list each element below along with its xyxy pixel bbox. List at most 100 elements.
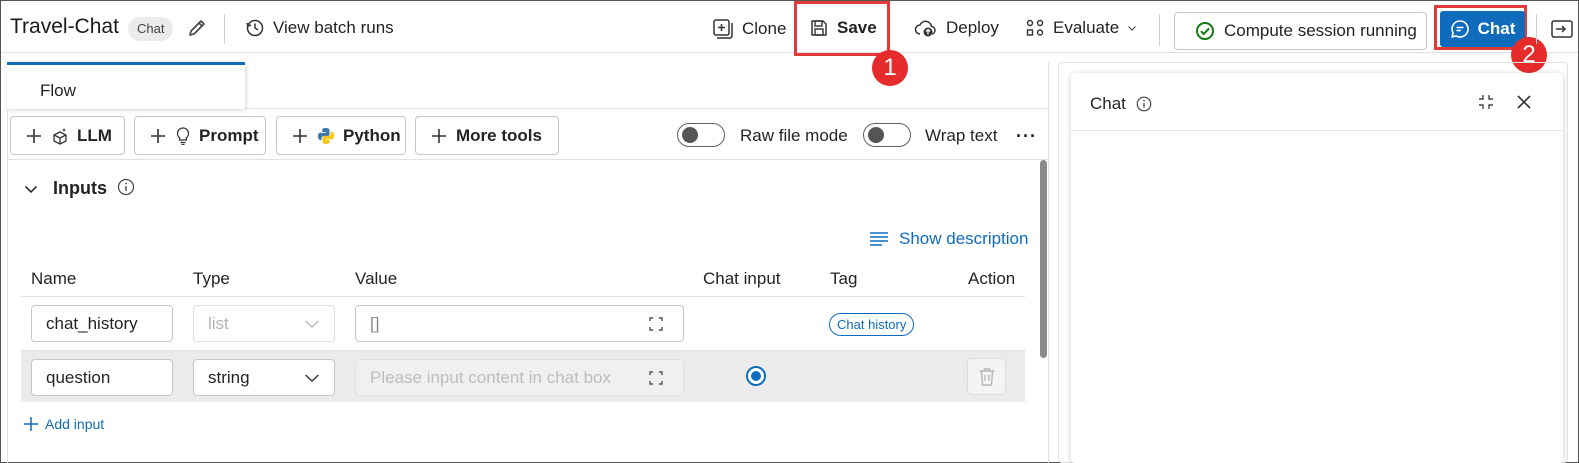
chat-panel-header-divider [1071, 130, 1563, 131]
input-type-value: list [208, 313, 229, 333]
evaluate-button[interactable]: Evaluate [1025, 18, 1137, 38]
python-label: Python [343, 125, 401, 145]
raw-file-mode-label: Raw file mode [740, 126, 848, 145]
panel-border [7, 109, 8, 463]
column-header: Action [968, 269, 1016, 288]
divider [1159, 14, 1160, 46]
clone-label: Clone [742, 19, 787, 38]
tab-flow-label: Flow [40, 81, 76, 100]
wrap-text-label: Wrap text [925, 126, 998, 145]
llm-sparkle-icon [53, 127, 67, 145]
divider [21, 296, 1025, 297]
chat-input-radio[interactable] [746, 366, 766, 386]
more-options-icon[interactable]: ··· [1016, 126, 1037, 147]
prompt-label: Prompt [199, 125, 259, 145]
lightbulb-icon [176, 126, 190, 145]
inputs-title: Inputs [53, 178, 107, 198]
add-prompt-button[interactable]: Prompt [134, 116, 266, 155]
chat-panel-title-label: Chat [1090, 94, 1126, 113]
inputs-section-header[interactable]: Inputs [23, 178, 135, 199]
chevron-down-icon [305, 374, 319, 382]
deploy-button[interactable]: Deploy [914, 18, 999, 38]
info-icon [117, 178, 135, 195]
plus-icon [151, 128, 165, 143]
input-value-field[interactable]: Please input content in chat box [355, 359, 684, 396]
input-name-value: chat_history [46, 313, 138, 333]
chat-button[interactable]: Chat [1440, 11, 1525, 47]
clone-button[interactable]: Clone [712, 18, 786, 40]
input-value-placeholder: Please input content in chat box [370, 367, 611, 387]
add-python-button[interactable]: Python [276, 116, 406, 155]
info-icon [1136, 96, 1152, 112]
chat-panel [1071, 73, 1563, 463]
column-header: Name [31, 269, 77, 288]
input-name-value: question [46, 367, 111, 387]
show-description-button[interactable]: Show description [869, 229, 1028, 249]
show-description-label: Show description [899, 229, 1029, 248]
input-name-field[interactable]: question [31, 359, 173, 396]
input-type-select[interactable]: string [193, 359, 335, 396]
chevron-down-icon [1128, 26, 1137, 31]
column-header: Value [355, 269, 398, 288]
flow-title: Travel-Chat [10, 15, 119, 38]
save-label: Save [837, 18, 877, 37]
compute-session-status[interactable]: Compute session running [1174, 12, 1427, 50]
compute-status-label: Compute session running [1224, 21, 1417, 40]
input-value-field[interactable]: [] [355, 305, 684, 342]
expand-icon[interactable] [649, 371, 663, 385]
minimize-icon[interactable] [1478, 94, 1494, 115]
input-name-field[interactable]: chat_history [31, 305, 173, 342]
input-value: [] [370, 313, 380, 333]
delete-input-button[interactable] [967, 358, 1006, 395]
chat-history-tag: Chat history [829, 313, 915, 336]
plus-icon [27, 128, 41, 143]
cloud-upload-icon [914, 20, 936, 37]
add-input-button[interactable]: Add input [23, 416, 104, 432]
wrap-text-toggle[interactable] [863, 123, 911, 147]
expand-icon[interactable] [649, 317, 663, 331]
callout-1: 1 [872, 50, 908, 86]
evaluate-icon [1026, 19, 1044, 36]
flow-type-badge: Chat [128, 17, 174, 41]
column-header: Chat input [703, 269, 781, 288]
divider [7, 159, 1048, 160]
column-header: Tag [830, 269, 858, 288]
divider [224, 14, 225, 44]
more-tools-label: More tools [456, 125, 542, 145]
python-icon [318, 127, 334, 144]
trash-icon [979, 367, 994, 386]
check-circle-icon [1196, 22, 1214, 40]
input-type-select[interactable]: list [193, 305, 335, 342]
plus-icon [432, 128, 446, 143]
llm-label: LLM [77, 125, 112, 145]
chat-label: Chat [1477, 19, 1516, 38]
chevron-down-icon [305, 320, 319, 328]
add-input-label: Add input [45, 416, 105, 432]
chevron-down-icon [24, 185, 38, 193]
tab-flow[interactable]: Flow [7, 62, 245, 109]
clone-icon [713, 19, 733, 39]
text-lines-icon [870, 232, 888, 246]
view-batch-runs-button[interactable]: View batch runs [245, 18, 394, 38]
close-icon[interactable] [1516, 94, 1532, 115]
edit-name-icon[interactable] [186, 17, 208, 44]
deploy-label: Deploy [946, 18, 999, 37]
chat-bubble-icon [1450, 20, 1469, 38]
panel-border [1048, 62, 1049, 463]
collapse-panel-icon[interactable] [1550, 20, 1578, 43]
input-type-value: string [208, 367, 250, 387]
more-tools-button[interactable]: More tools [415, 116, 559, 155]
view-batch-runs-label: View batch runs [273, 18, 394, 37]
divider [1536, 14, 1537, 44]
history-icon [246, 19, 264, 37]
chat-panel-title: Chat [1090, 94, 1152, 114]
add-llm-button[interactable]: LLM [10, 116, 125, 155]
scrollbar[interactable] [1040, 160, 1047, 358]
evaluate-label: Evaluate [1053, 18, 1120, 37]
save-icon [811, 20, 827, 36]
save-button[interactable]: Save [809, 18, 877, 38]
column-header: Type [193, 269, 230, 288]
plus-icon [293, 128, 307, 143]
plus-icon [24, 417, 38, 431]
raw-file-mode-toggle[interactable] [677, 123, 725, 147]
